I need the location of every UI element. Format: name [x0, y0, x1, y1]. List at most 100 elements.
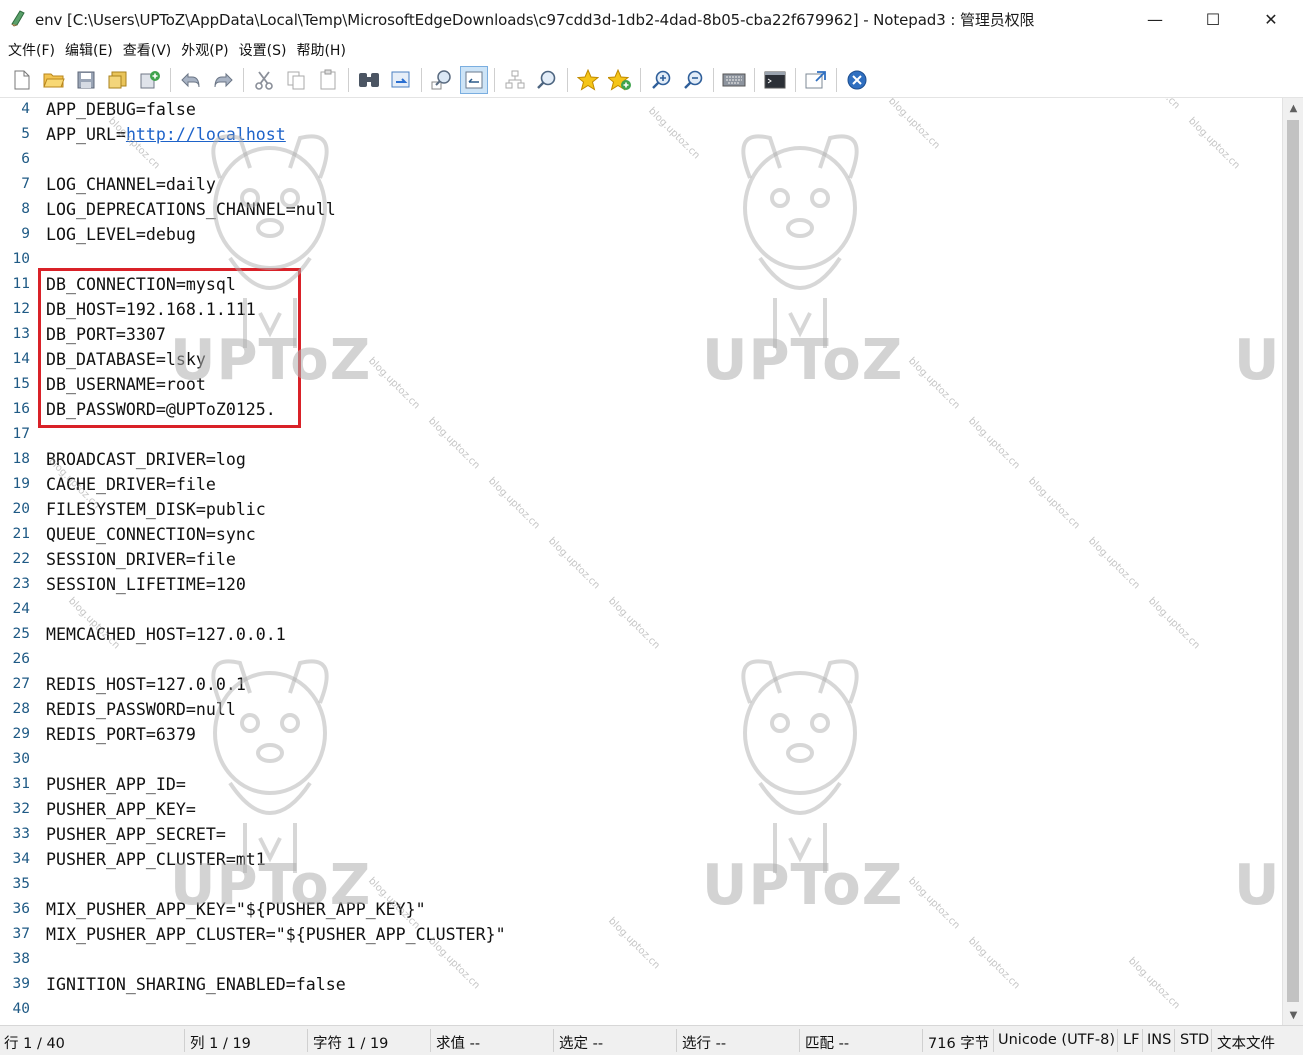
code-line[interactable]: 23 SESSION_LIFETIME=120	[0, 572, 1282, 597]
code-text[interactable]: REDIS_HOST=127.0.0.1	[46, 672, 246, 697]
code-text[interactable]: DB_PORT=3307	[46, 322, 166, 347]
add-favorite-icon[interactable]	[606, 66, 634, 94]
code-line[interactable]: 40	[0, 997, 1282, 1022]
scroll-up-arrow-icon[interactable]: ▲	[1283, 98, 1303, 118]
code-line[interactable]: 13 DB_PORT=3307	[0, 322, 1282, 347]
code-line[interactable]: 6	[0, 147, 1282, 172]
scroll-down-arrow-icon[interactable]: ▼	[1283, 1005, 1303, 1025]
code-text[interactable]: DB_DATABASE=lsky	[46, 347, 206, 372]
code-line[interactable]: 14 DB_DATABASE=lsky	[0, 347, 1282, 372]
code-text[interactable]: LOG_LEVEL=debug	[46, 222, 196, 247]
code-text[interactable]: MIX_PUSHER_APP_CLUSTER="${PUSHER_APP_CLU…	[46, 922, 506, 947]
code-line[interactable]: 26	[0, 647, 1282, 672]
code-line[interactable]: 15 DB_USERNAME=root	[0, 372, 1282, 397]
code-text[interactable]: SESSION_DRIVER=file	[46, 547, 236, 572]
close-button[interactable]: ✕	[1242, 0, 1300, 38]
paste-icon[interactable]	[314, 66, 342, 94]
code-text[interactable]: APP_DEBUG=false	[46, 98, 196, 122]
code-text[interactable]: PUSHER_APP_CLUSTER=mt1	[46, 847, 266, 872]
code-text[interactable]: LOG_CHANNEL=daily	[46, 172, 216, 197]
save-copy-icon[interactable]	[136, 66, 164, 94]
status-eval[interactable]: 求值 --	[436, 1032, 480, 1053]
code-text[interactable]: PUSHER_APP_SECRET=	[46, 822, 226, 847]
code-text[interactable]: IGNITION_SHARING_ENABLED=false	[46, 972, 346, 997]
word-wrap-icon[interactable]	[460, 65, 488, 94]
menu-help[interactable]: 帮助(H)	[292, 40, 351, 60]
status-char[interactable]: 字符 1 / 19	[313, 1032, 388, 1053]
menu-settings[interactable]: 设置(S)	[235, 40, 293, 60]
status-std[interactable]: STD	[1180, 1032, 1209, 1048]
status-selection[interactable]: 选定 --	[559, 1032, 603, 1053]
menu-edit[interactable]: 编辑(E)	[61, 40, 119, 60]
code-text[interactable]: REDIS_PASSWORD=null	[46, 697, 236, 722]
new-file-icon[interactable]	[8, 66, 36, 94]
status-selected-lines[interactable]: 选行 --	[682, 1032, 726, 1053]
code-line[interactable]: 4 APP_DEBUG=false	[0, 98, 1282, 122]
code-text[interactable]: MEMCACHED_HOST=127.0.0.1	[46, 622, 286, 647]
code-line[interactable]: 22 SESSION_DRIVER=file	[0, 547, 1282, 572]
code-line[interactable]: 33 PUSHER_APP_SECRET=	[0, 822, 1282, 847]
status-match[interactable]: 匹配 --	[805, 1032, 849, 1053]
code-text[interactable]: DB_PASSWORD=@UPToZ0125.	[46, 397, 276, 422]
code-line[interactable]: 5 APP_URL=http://localhost	[0, 122, 1282, 147]
zoom-out-icon[interactable]	[679, 66, 707, 94]
code-line[interactable]: 24	[0, 597, 1282, 622]
open-folder-icon[interactable]	[40, 66, 68, 94]
status-line[interactable]: 行 1 / 40	[4, 1032, 65, 1053]
redo-icon[interactable]	[209, 66, 237, 94]
code-line[interactable]: 36 MIX_PUSHER_APP_KEY="${PUSHER_APP_KEY}"	[0, 897, 1282, 922]
code-line[interactable]: 35	[0, 872, 1282, 897]
editor-area[interactable]: 4 APP_DEBUG=false 5 APP_URL=http://localhos…	[0, 98, 1282, 1025]
code-line[interactable]: 10	[0, 247, 1282, 272]
search-icon[interactable]	[533, 66, 561, 94]
minimize-button[interactable]: —	[1126, 0, 1184, 38]
code-text[interactable]: DB_HOST=192.168.1.111	[46, 297, 256, 322]
status-ins[interactable]: INS	[1147, 1032, 1171, 1048]
keyboard-icon[interactable]	[720, 66, 748, 94]
copy-icon[interactable]	[282, 66, 310, 94]
code-line[interactable]: 16 DB_PASSWORD=@UPToZ0125.	[0, 397, 1282, 422]
cut-icon[interactable]	[250, 66, 278, 94]
code-text[interactable]: FILESYSTEM_DISK=public	[46, 497, 266, 522]
code-line[interactable]: 34 PUSHER_APP_CLUSTER=mt1	[0, 847, 1282, 872]
status-bytes[interactable]: 716 字节	[928, 1032, 989, 1053]
code-line[interactable]: 18 BROADCAST_DRIVER=log	[0, 447, 1282, 472]
code-text[interactable]: APP_URL=http://localhost	[46, 122, 286, 147]
scrollbar-thumb[interactable]	[1287, 120, 1299, 1002]
code-text[interactable]: PUSHER_APP_KEY=	[46, 797, 196, 822]
code-line[interactable]: 12 DB_HOST=192.168.1.111	[0, 297, 1282, 322]
code-text[interactable]: CACHE_DRIVER=file	[46, 472, 216, 497]
code-line[interactable]: 37 MIX_PUSHER_APP_CLUSTER="${PUSHER_APP_C…	[0, 922, 1282, 947]
code-line[interactable]: 31 PUSHER_APP_ID=	[0, 772, 1282, 797]
code-line[interactable]: 11 DB_CONNECTION=mysql	[0, 272, 1282, 297]
code-text[interactable]: SESSION_LIFETIME=120	[46, 572, 246, 597]
code-line[interactable]: 30	[0, 747, 1282, 772]
code-line[interactable]: 8 LOG_DEPRECATIONS_CHANNEL=null	[0, 197, 1282, 222]
code-text[interactable]: REDIS_PORT=6379	[46, 722, 196, 747]
zoom-find-icon[interactable]	[428, 66, 456, 94]
code-line[interactable]: 29 REDIS_PORT=6379	[0, 722, 1282, 747]
code-line[interactable]: 32 PUSHER_APP_KEY=	[0, 797, 1282, 822]
code-text[interactable]: LOG_DEPRECATIONS_CHANNEL=null	[46, 197, 336, 222]
code-line[interactable]: 39 IGNITION_SHARING_ENABLED=false	[0, 972, 1282, 997]
save-icon[interactable]	[72, 66, 100, 94]
code-line[interactable]: 38	[0, 947, 1282, 972]
pin-icon[interactable]	[802, 66, 830, 94]
menu-file[interactable]: 文件(F)	[4, 40, 61, 60]
code-line[interactable]: 28 REDIS_PASSWORD=null	[0, 697, 1282, 722]
tree-icon[interactable]	[501, 66, 529, 94]
code-line[interactable]: 27 REDIS_HOST=127.0.0.1	[0, 672, 1282, 697]
code-text[interactable]: DB_CONNECTION=mysql	[46, 272, 236, 297]
code-line[interactable]: 20 FILESYSTEM_DISK=public	[0, 497, 1282, 522]
code-text[interactable]: QUEUE_CONNECTION=sync	[46, 522, 256, 547]
code-line[interactable]: 17	[0, 422, 1282, 447]
code-line[interactable]: 21 QUEUE_CONNECTION=sync	[0, 522, 1282, 547]
favorite-icon[interactable]	[574, 66, 602, 94]
menu-appearance[interactable]: 外观(P)	[177, 40, 234, 60]
status-column[interactable]: 列 1 / 19	[190, 1032, 251, 1053]
code-line[interactable]: 7 LOG_CHANNEL=daily	[0, 172, 1282, 197]
menu-view[interactable]: 查看(V)	[119, 40, 178, 60]
code-text[interactable]: PUSHER_APP_ID=	[46, 772, 186, 797]
code-line[interactable]: 9 LOG_LEVEL=debug	[0, 222, 1282, 247]
maximize-button[interactable]: ☐	[1184, 0, 1242, 38]
